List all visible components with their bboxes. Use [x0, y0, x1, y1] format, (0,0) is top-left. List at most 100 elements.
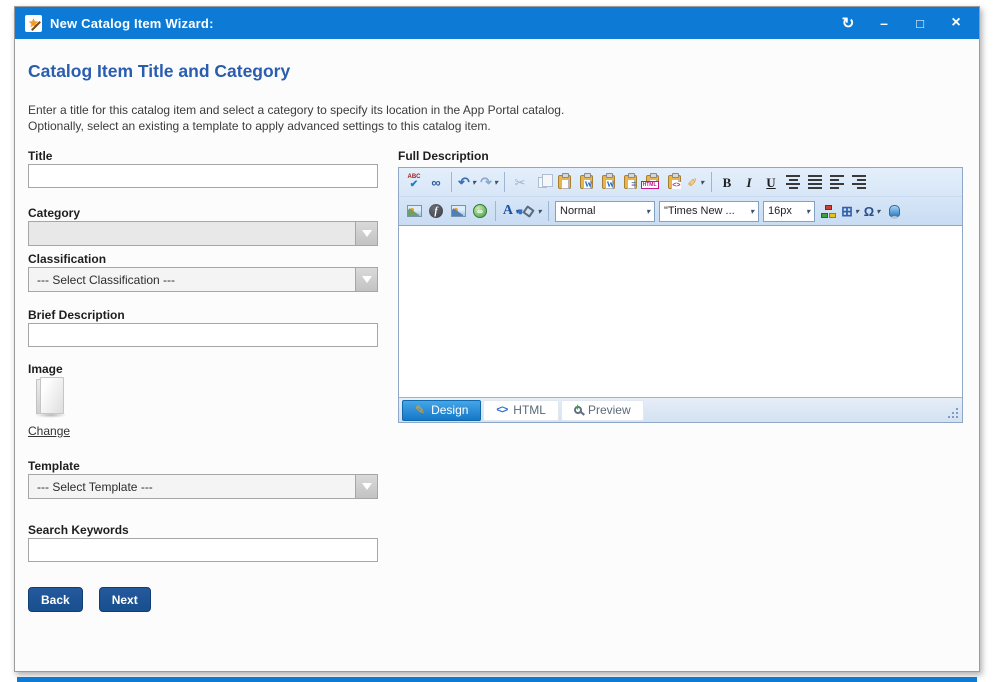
code-brackets-icon: <>	[496, 404, 507, 416]
dropdown-caret-icon: ▾	[750, 207, 754, 216]
close-button[interactable]: ×	[949, 15, 963, 31]
paste-html-icon: <>	[668, 175, 681, 189]
background-color-button[interactable]: ▾	[522, 200, 544, 222]
spellcheck-button[interactable]: ABC ✔	[403, 171, 425, 193]
insert-object-icon	[889, 205, 900, 217]
dropdown-caret-icon: ▾	[806, 207, 810, 216]
checkmark-icon: ✔	[410, 180, 418, 189]
paste-from-word-icon: W	[580, 175, 593, 189]
resize-grip[interactable]	[947, 407, 959, 419]
paragraph-style-dropdown[interactable]: Normal ▾	[555, 201, 655, 222]
find-replace-button[interactable]: ∞	[425, 171, 447, 193]
dropdown-caret-icon: ▾	[494, 178, 498, 187]
toolbar-separator	[495, 201, 496, 221]
scissors-icon: ✂	[515, 176, 526, 189]
font-name-dropdown[interactable]: "Times New ... ▾	[659, 201, 759, 222]
image-icon	[407, 205, 422, 217]
media-manager-button[interactable]	[447, 200, 469, 222]
tab-design-label: Design	[431, 403, 468, 417]
page-title: Catalog Item Title and Category	[28, 61, 290, 82]
media-icon	[451, 205, 466, 217]
magnifier-icon: +	[574, 406, 582, 414]
title-input[interactable]	[28, 164, 378, 188]
table-icon: ⊞	[841, 204, 853, 218]
cut-button[interactable]: ✂	[509, 171, 531, 193]
change-image-link[interactable]: Change	[28, 424, 70, 438]
dropdown-caret-icon: ▾	[646, 207, 650, 216]
maximize-button[interactable]: □	[913, 17, 927, 30]
template-dropdown-arrow-icon[interactable]	[355, 475, 377, 498]
paste-plain-text-button[interactable]: ≡	[619, 171, 641, 193]
dropdown-caret-icon: ▾	[537, 207, 541, 216]
classification-select[interactable]: --- Select Classification ---	[28, 267, 378, 292]
copy-button[interactable]	[531, 171, 553, 193]
pencil-icon: ✎	[415, 403, 425, 417]
hyperlink-manager-button[interactable]: ∞	[469, 200, 491, 222]
font-size-dropdown[interactable]: 16px ▾	[763, 201, 815, 222]
insert-symbol-button[interactable]: Ω▾	[861, 200, 883, 222]
tab-preview-label: Preview	[588, 403, 631, 417]
insert-table-button[interactable]: ⊞▾	[839, 200, 861, 222]
window-title: New Catalog Item Wizard:	[50, 16, 214, 31]
paste-as-html-button[interactable]: HTML	[641, 171, 663, 193]
undo-button[interactable]: ↶▾	[456, 171, 478, 193]
search-keywords-input[interactable]	[28, 538, 378, 562]
bold-button[interactable]: B	[716, 171, 738, 193]
paste-from-word-strip-button[interactable]: W	[597, 171, 619, 193]
tab-html[interactable]: <> HTML	[483, 400, 559, 421]
insert-snippet-button[interactable]	[817, 200, 839, 222]
paint-bucket-icon	[523, 205, 536, 218]
font-name-value: "Times New ...	[664, 205, 746, 217]
flash-icon: f	[429, 204, 443, 218]
align-right-icon	[852, 175, 866, 189]
editor-toolbar: ABC ✔ ∞ ↶▾ ↷▾ ✂ W W ≡ HTM	[399, 168, 962, 226]
flash-manager-button[interactable]: f	[425, 200, 447, 222]
toolbar-separator	[451, 172, 452, 192]
paste-html-button[interactable]: <>	[663, 171, 685, 193]
category-select[interactable]	[28, 221, 378, 246]
intro-line-2: Optionally, select an existing a templat…	[28, 118, 564, 134]
image-manager-button[interactable]	[403, 200, 425, 222]
tab-design[interactable]: ✎ Design	[402, 400, 481, 421]
bold-icon: B	[723, 176, 732, 189]
intro-line-1: Enter a title for this catalog item and …	[28, 102, 564, 118]
justify-button[interactable]	[804, 171, 826, 193]
classification-dropdown-arrow-icon[interactable]	[355, 268, 377, 291]
toolbar-separator	[504, 172, 505, 192]
brief-description-label: Brief Description	[28, 308, 125, 322]
toolbar-separator	[711, 172, 712, 192]
next-button[interactable]: Next	[99, 587, 151, 612]
align-left-button[interactable]	[826, 171, 848, 193]
align-center-button[interactable]	[782, 171, 804, 193]
globe-link-icon: ∞	[473, 204, 487, 218]
search-keywords-label: Search Keywords	[28, 523, 129, 537]
paste-button[interactable]	[553, 171, 575, 193]
tab-preview[interactable]: + Preview	[561, 400, 644, 421]
template-select[interactable]: --- Select Template ---	[28, 474, 378, 499]
align-center-icon	[786, 175, 800, 189]
align-right-button[interactable]	[848, 171, 870, 193]
binoculars-icon: ∞	[431, 176, 440, 189]
category-dropdown-arrow-icon[interactable]	[355, 222, 377, 245]
paste-from-word-button[interactable]: W	[575, 171, 597, 193]
undo-icon: ↶	[458, 175, 470, 189]
refresh-button[interactable]: ↻	[841, 16, 855, 31]
italic-button[interactable]: I	[738, 171, 760, 193]
back-button[interactable]: Back	[28, 587, 83, 612]
brief-description-input[interactable]	[28, 323, 378, 347]
category-label: Category	[28, 206, 80, 220]
tab-html-label: HTML	[513, 403, 546, 417]
underline-button[interactable]: U	[760, 171, 782, 193]
paste-from-word-strip-icon: W	[602, 175, 615, 189]
redo-button[interactable]: ↷▾	[478, 171, 500, 193]
editor-mode-bar: ✎ Design <> HTML + Preview	[399, 398, 962, 422]
dropdown-caret-icon: ▾	[855, 207, 859, 216]
toolbar-row-1: ABC ✔ ∞ ↶▾ ↷▾ ✂ W W ≡ HTM	[399, 168, 962, 197]
format-stripper-button[interactable]: ✎▾	[685, 171, 707, 193]
minimize-button[interactable]: –	[877, 16, 891, 30]
font-size-value: 16px	[768, 205, 802, 217]
insert-object-button[interactable]	[883, 200, 905, 222]
omega-icon: Ω	[864, 205, 874, 218]
bottom-window-edge	[17, 677, 977, 682]
editor-content-area[interactable]	[399, 226, 962, 398]
